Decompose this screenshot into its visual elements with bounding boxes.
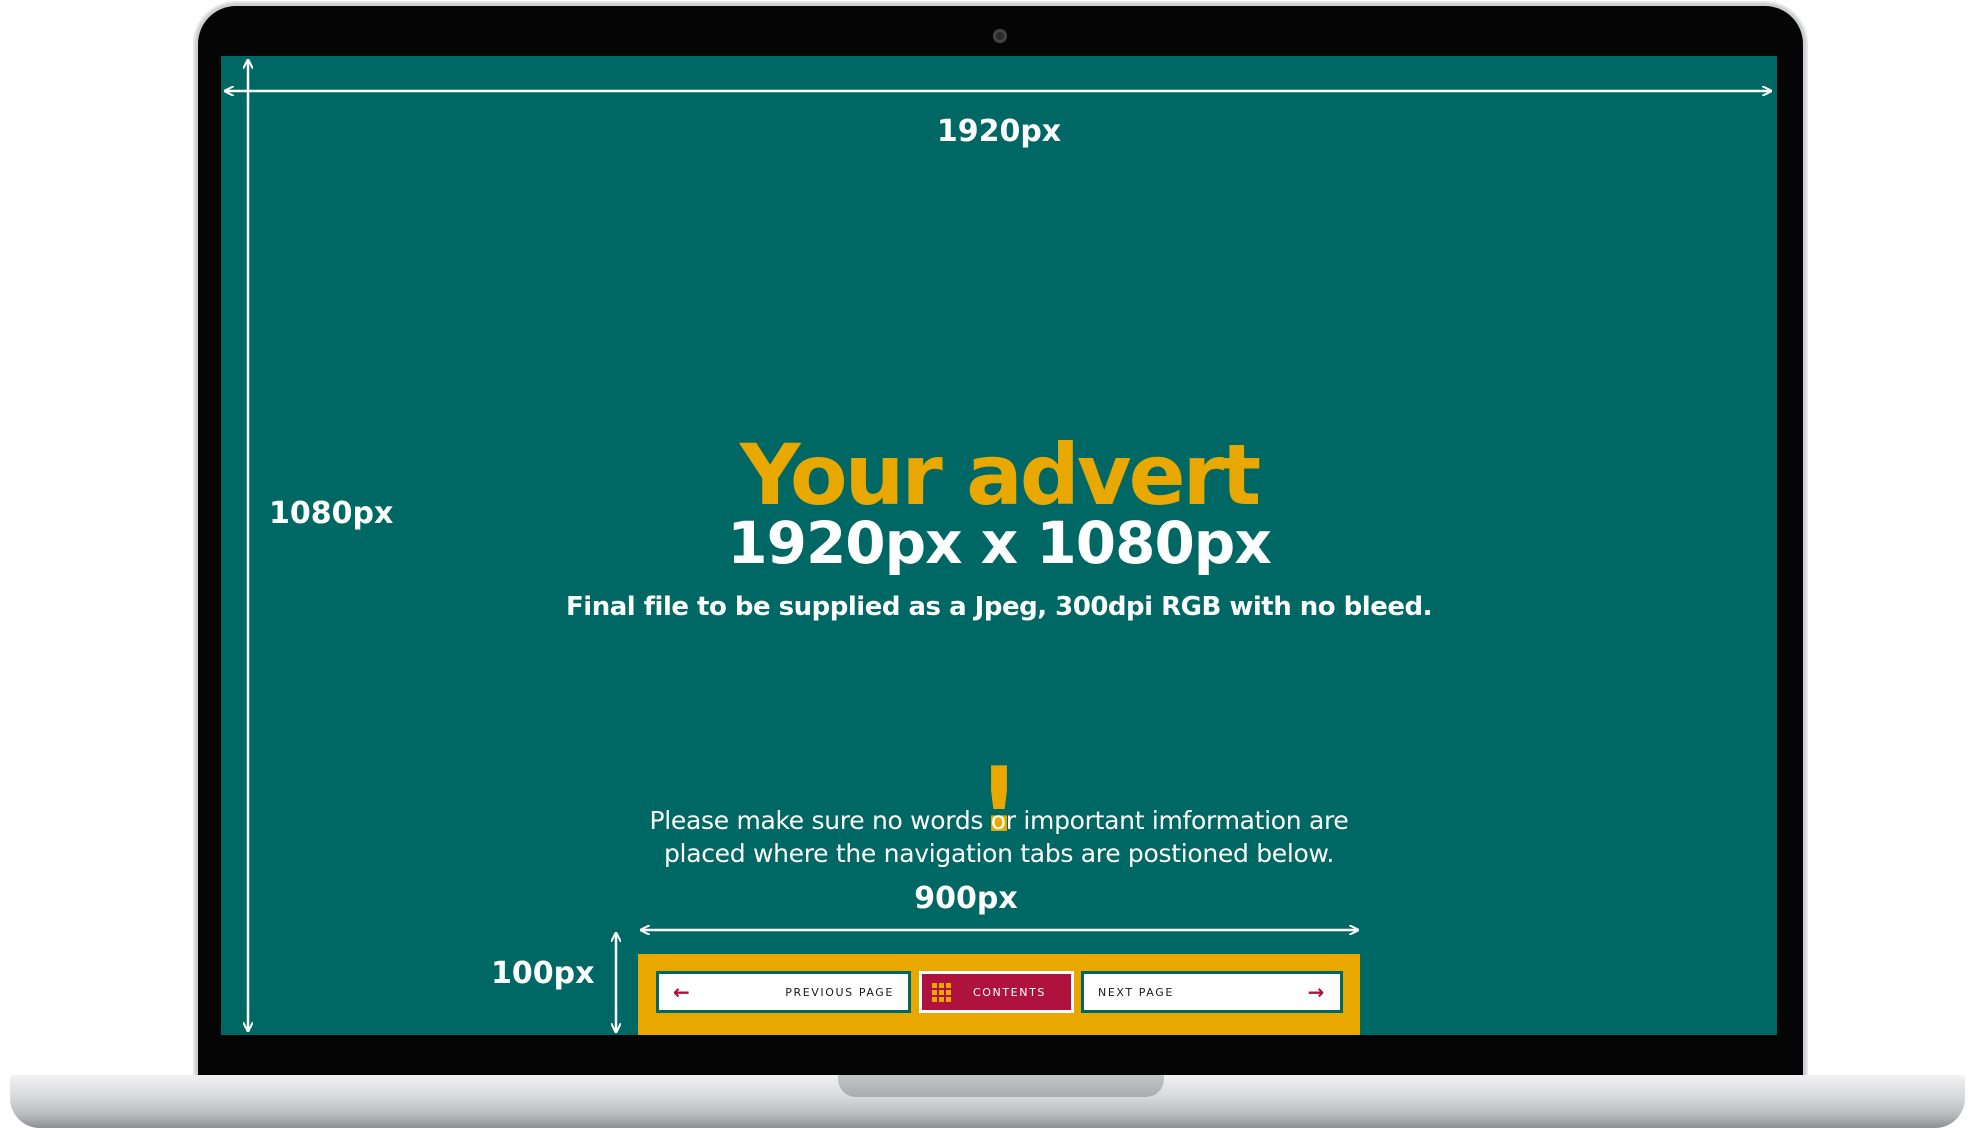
previous-page-button[interactable]: ← PREVIOUS PAGE xyxy=(656,971,911,1013)
arrow-left-icon: ← xyxy=(673,980,692,1004)
grid-icon xyxy=(932,982,951,1002)
nav-height-label: 100px xyxy=(491,956,595,991)
warning-line-1: Please make sure no words or important i… xyxy=(649,806,1349,835)
laptop-mockup: 1920px 1080px 900px 100px Your advert 19… xyxy=(0,0,1975,1128)
warning-text: Please make sure no words or important i… xyxy=(221,804,1777,870)
nav-width-label: 900px xyxy=(914,881,1018,916)
advert-size: 1920px x 1080px xyxy=(727,509,1272,577)
next-page-button[interactable]: NEXT PAGE → xyxy=(1081,971,1343,1013)
advert-spec: Final file to be supplied as a Jpeg, 300… xyxy=(566,592,1432,622)
arrow-right-icon: → xyxy=(1307,980,1326,1004)
previous-page-label: PREVIOUS PAGE xyxy=(785,985,894,999)
webcam-icon xyxy=(993,29,1007,43)
screen: 1920px 1080px 900px 100px Your advert 19… xyxy=(221,56,1777,1035)
contents-button[interactable]: CONTENTS xyxy=(919,971,1074,1013)
navigation-tabs: ← PREVIOUS PAGE CONTENTS NEXT PAGE → xyxy=(638,954,1360,1035)
warning-line-2: placed where the navigation tabs are pos… xyxy=(663,839,1334,868)
laptop-notch xyxy=(838,1075,1164,1097)
contents-label: CONTENTS xyxy=(973,985,1046,999)
width-label: 1920px xyxy=(936,114,1062,149)
next-page-label: NEXT PAGE xyxy=(1098,985,1174,999)
